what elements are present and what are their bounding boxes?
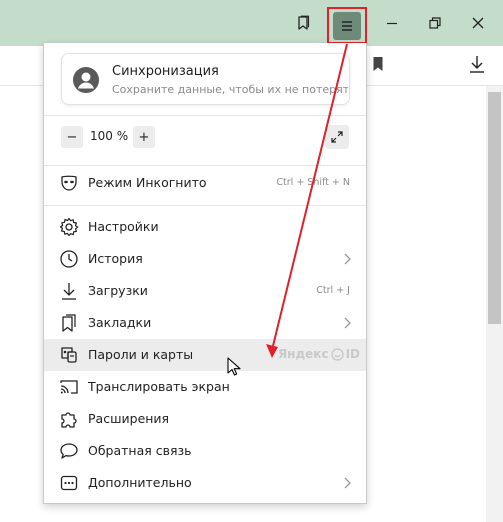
divider [44, 205, 366, 206]
zoom-level: 100 % [90, 129, 129, 143]
menu-item-settings[interactable]: Настройки [44, 211, 366, 243]
zoom-in-button[interactable]: + [133, 126, 155, 148]
chevron-right-icon [344, 317, 351, 329]
menu-item-incognito[interactable]: Режим Инкогнито Ctrl + Shift + N [44, 167, 366, 199]
feedback-icon [60, 443, 78, 459]
menu-item-label: История [88, 251, 143, 266]
chevron-right-icon [344, 477, 351, 489]
zoom-out-button[interactable]: − [61, 126, 83, 148]
menu-item-history[interactable]: История [44, 243, 366, 275]
menu-item-bookmarks[interactable]: Закладки [44, 307, 366, 339]
main-menu-panel: Синхронизация Сохраните данные, чтобы их… [43, 43, 367, 504]
gear-icon [59, 217, 79, 237]
menu-button-highlight [327, 7, 367, 44]
menu-item-label: Загрузки [88, 283, 148, 298]
menu-item-label: Настройки [88, 219, 159, 234]
bookmarks-icon [62, 314, 76, 332]
yandex-id-badge: Яндекс ID [278, 347, 360, 361]
fullscreen-button[interactable] [325, 125, 349, 149]
restore-icon [429, 17, 441, 29]
puzzle-icon [61, 412, 77, 428]
bookmarks-panel-icon [298, 15, 310, 30]
yandex-id-face-icon [330, 347, 344, 361]
title-bar [0, 0, 503, 46]
chevron-right-icon [344, 253, 351, 265]
sync-subtitle: Сохраните данные, чтобы их не потерять [112, 83, 348, 96]
divider [44, 165, 366, 166]
restore-button[interactable] [420, 8, 450, 38]
fullscreen-icon [331, 131, 343, 143]
shortcut-hint: Ctrl + Shift + N [276, 177, 350, 188]
sync-title: Синхронизация [112, 64, 219, 79]
menu-item-label: Дополнительно [88, 475, 192, 490]
yandex-id-suffix: ID [345, 347, 360, 361]
incognito-mask-icon [61, 175, 77, 191]
download-icon [62, 283, 76, 300]
menu-item-feedback[interactable]: Обратная связь [44, 435, 366, 467]
menu-item-label: Закладки [88, 315, 152, 330]
divider [44, 115, 366, 116]
menu-item-passwords-cards[interactable]: Пароли и карты Яндекс ID [44, 339, 366, 371]
history-clock-icon [60, 250, 78, 268]
avatar-icon [73, 67, 99, 93]
menu-item-label: Пароли и карты [88, 347, 194, 362]
passwords-cards-icon [61, 347, 77, 363]
yandex-id-text: Яндекс [277, 347, 329, 361]
menu-item-label: Транслировать экран [88, 379, 230, 394]
mouse-cursor-icon [227, 357, 241, 376]
menu-item-more[interactable]: Дополнительно [44, 467, 366, 499]
shortcut-hint: Ctrl + J [316, 285, 350, 296]
close-window-button[interactable] [463, 8, 493, 38]
menu-item-label: Режим Инкогнито [88, 175, 207, 190]
menu-item-extensions[interactable]: Расширения [44, 403, 366, 435]
more-icon [60, 475, 78, 491]
download-icon[interactable] [468, 54, 486, 74]
menu-item-label: Обратная связь [88, 443, 192, 458]
cast-icon [60, 380, 78, 394]
close-icon [472, 17, 484, 29]
bookmark-icon[interactable] [372, 56, 384, 72]
menu-item-downloads[interactable]: Загрузки Ctrl + J [44, 275, 366, 307]
bookmarks-panel-button[interactable] [288, 8, 318, 38]
page-scrollbar-thumb[interactable] [488, 92, 501, 324]
minimize-icon [387, 22, 397, 25]
sync-card[interactable]: Синхронизация Сохраните данные, чтобы их… [61, 53, 350, 105]
menu-item-label: Расширения [88, 411, 170, 426]
menu-item-cast[interactable]: Транслировать экран [44, 371, 366, 403]
minimize-button[interactable] [377, 8, 407, 38]
